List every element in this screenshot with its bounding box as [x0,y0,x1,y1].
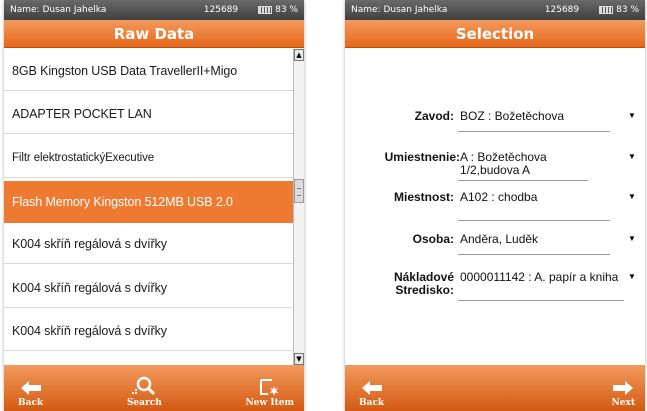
umiestnenie-select[interactable]: A : Božetěchova 1/2,budova A [458,151,588,181]
nakladove-stredisko-select[interactable]: 0000011142 : A. papír a kniha [458,271,624,301]
bottom-toolbar: Back Next [345,365,645,411]
dropdown-caret-icon[interactable]: ▼ [628,111,636,120]
field-label: Nákladové Stredisko: [393,270,454,297]
item-list: 8GB Kingston USB Data TravellerII+Migo A… [4,49,304,365]
dropdown-caret-icon[interactable]: ▼ [628,152,636,161]
next-button[interactable]: Next [612,380,635,408]
scrollbar-thumb[interactable] [294,179,304,203]
new-item-button[interactable]: New Item [246,378,294,408]
search-label: Search [126,398,162,408]
search-button[interactable]: Search [127,376,162,408]
dropdown-caret-icon[interactable]: ▼ [628,192,636,201]
scroll-down-icon[interactable]: ▼ [294,353,304,365]
list-item[interactable]: ADAPTER POCKET LAN [4,94,294,134]
user-name: Name: Dusan Jahelka [351,5,448,15]
user-code: 125689 [544,5,580,15]
dropdown-caret-icon[interactable]: ▼ [628,272,636,281]
user-name: Name: Dusan Jahelka [10,5,107,15]
back-label: Back [18,398,44,408]
list-item[interactable]: K004 skříň regálová s dvířky [4,224,294,264]
list-item[interactable]: K004 skříň regálová s dvířky [4,311,294,351]
battery-icon [599,6,614,14]
field-label: Miestnost: [394,190,454,204]
new-item-label: New Item [245,398,294,408]
miestnost-select[interactable]: A102 : chodba [458,191,610,221]
battery-level: 83 % [616,5,639,15]
list-item[interactable]: 8GB Kingston USB Data TravellerII+Migo [4,51,294,91]
list-item-selected[interactable]: Flash Memory Kingston 512MB USB 2.0 [4,181,294,223]
list-item[interactable]: K004 skříň regálová s dvířky [4,268,294,308]
search-icon [132,376,156,396]
battery-level: 83 % [275,5,298,15]
field-label: Umiestnenie: [384,150,460,164]
new-item-icon [259,379,279,396]
next-label: Next [611,398,635,408]
bottom-toolbar: Back Search New Item [4,365,304,411]
user-code: 125689 [203,5,239,15]
back-button[interactable]: Back [359,380,384,408]
selection-form: Zavod: BOZ : Božetěchova ▼ Umiestnenie: … [345,49,645,365]
selection-screen: Name: Dusan Jahelka 125689 83 % Selectio… [345,0,645,411]
scroll-up-icon[interactable]: ▲ [294,49,304,61]
zavod-select[interactable]: BOZ : Božetěchova [458,110,610,132]
next-arrow-icon [613,381,634,395]
field-label: Osoba: [412,232,454,246]
back-button[interactable]: Back [18,380,43,408]
back-arrow-icon [361,381,382,395]
back-arrow-icon [20,381,41,395]
raw-data-screen: Name: Dusan Jahelka 125689 83 % Raw Data… [4,0,304,411]
osoba-select[interactable]: Anděra, Luděk [458,233,610,255]
page-title: Raw Data [4,20,304,48]
status-bar: Name: Dusan Jahelka 125689 83 % [345,0,645,20]
battery-icon [258,6,273,14]
status-bar: Name: Dusan Jahelka 125689 83 % [4,0,304,20]
field-label: Zavod: [414,109,454,123]
page-title: Selection [345,20,645,48]
back-label: Back [359,398,385,408]
dropdown-caret-icon[interactable]: ▼ [628,234,636,243]
list-item[interactable]: Filtr elektrostatickýExecutive [4,138,294,178]
scrollbar[interactable]: ▲ ▼ [293,49,304,365]
